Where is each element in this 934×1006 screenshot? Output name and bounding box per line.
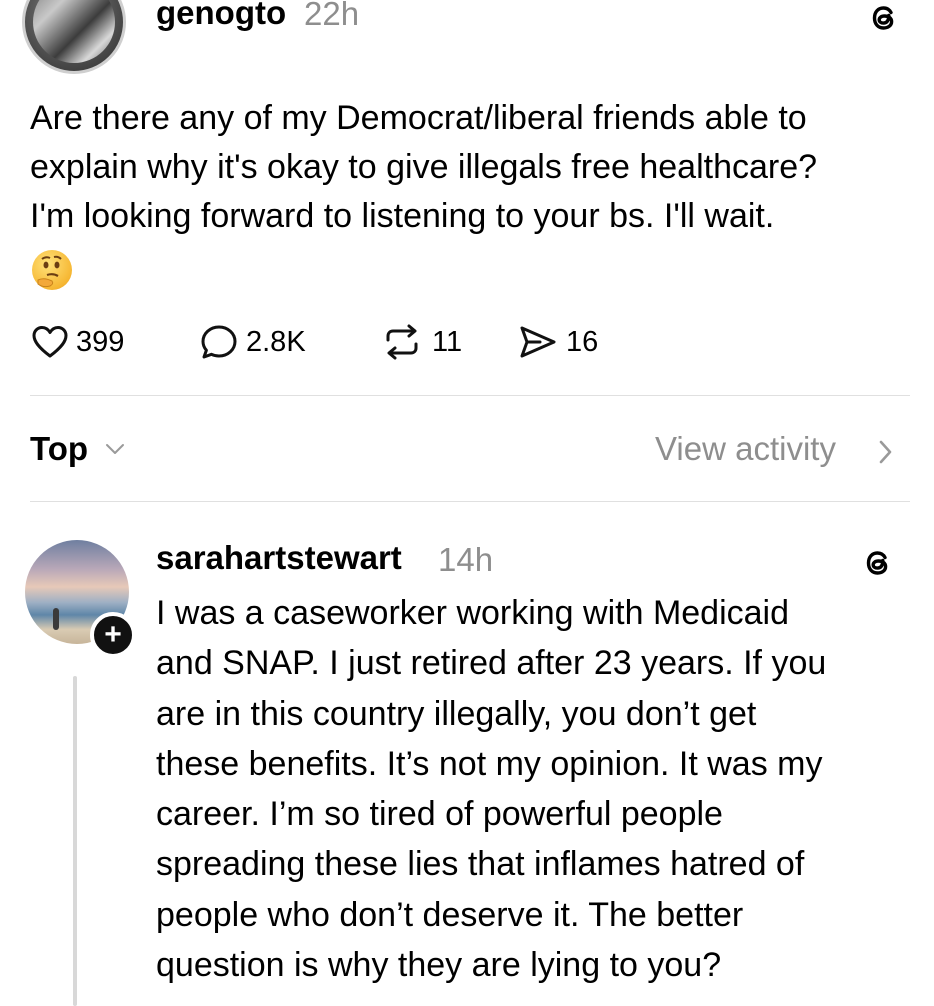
like-count: 399 [76,325,125,358]
heart-icon [32,326,68,358]
repost-count: 11 [432,325,463,358]
post-author-avatar[interactable] [22,0,126,74]
comment-button[interactable]: 2.8K [200,318,306,366]
thinking-face-icon [37,255,62,288]
send-icon [520,326,556,358]
thread-connector-line [73,676,77,1006]
reply-author-username[interactable]: sarahartstewart [156,539,402,577]
reply-timestamp: 14h [438,541,494,578]
reply-body-text: I was a caseworker working with Medicaid… [156,594,827,985]
divider [30,501,910,502]
sort-dropdown[interactable]: Top [30,430,88,468]
chevron-right-icon[interactable] [876,438,894,466]
divider [30,395,910,396]
view-activity-link[interactable]: View activity [655,430,836,468]
like-button[interactable]: 399 [32,318,124,366]
threads-logo-icon[interactable] [864,0,904,38]
post-timestamp: 22h [304,0,360,32]
chevron-down-icon[interactable] [104,442,126,456]
follow-plus-button[interactable]: + [90,612,136,658]
share-count: 16 [566,325,599,358]
repost-icon [386,324,418,360]
share-button[interactable]: 16 [518,318,598,366]
threads-logo-icon[interactable] [858,543,898,583]
repost-button[interactable]: 11 [380,318,462,366]
thinking-face-emoji [32,250,72,290]
post-author-username[interactable]: genogto [156,0,286,32]
comment-bubble-icon [201,325,237,359]
post-body-text: Are there any of my Democrat/liberal fri… [30,99,818,235]
comment-count: 2.8K [246,325,306,358]
